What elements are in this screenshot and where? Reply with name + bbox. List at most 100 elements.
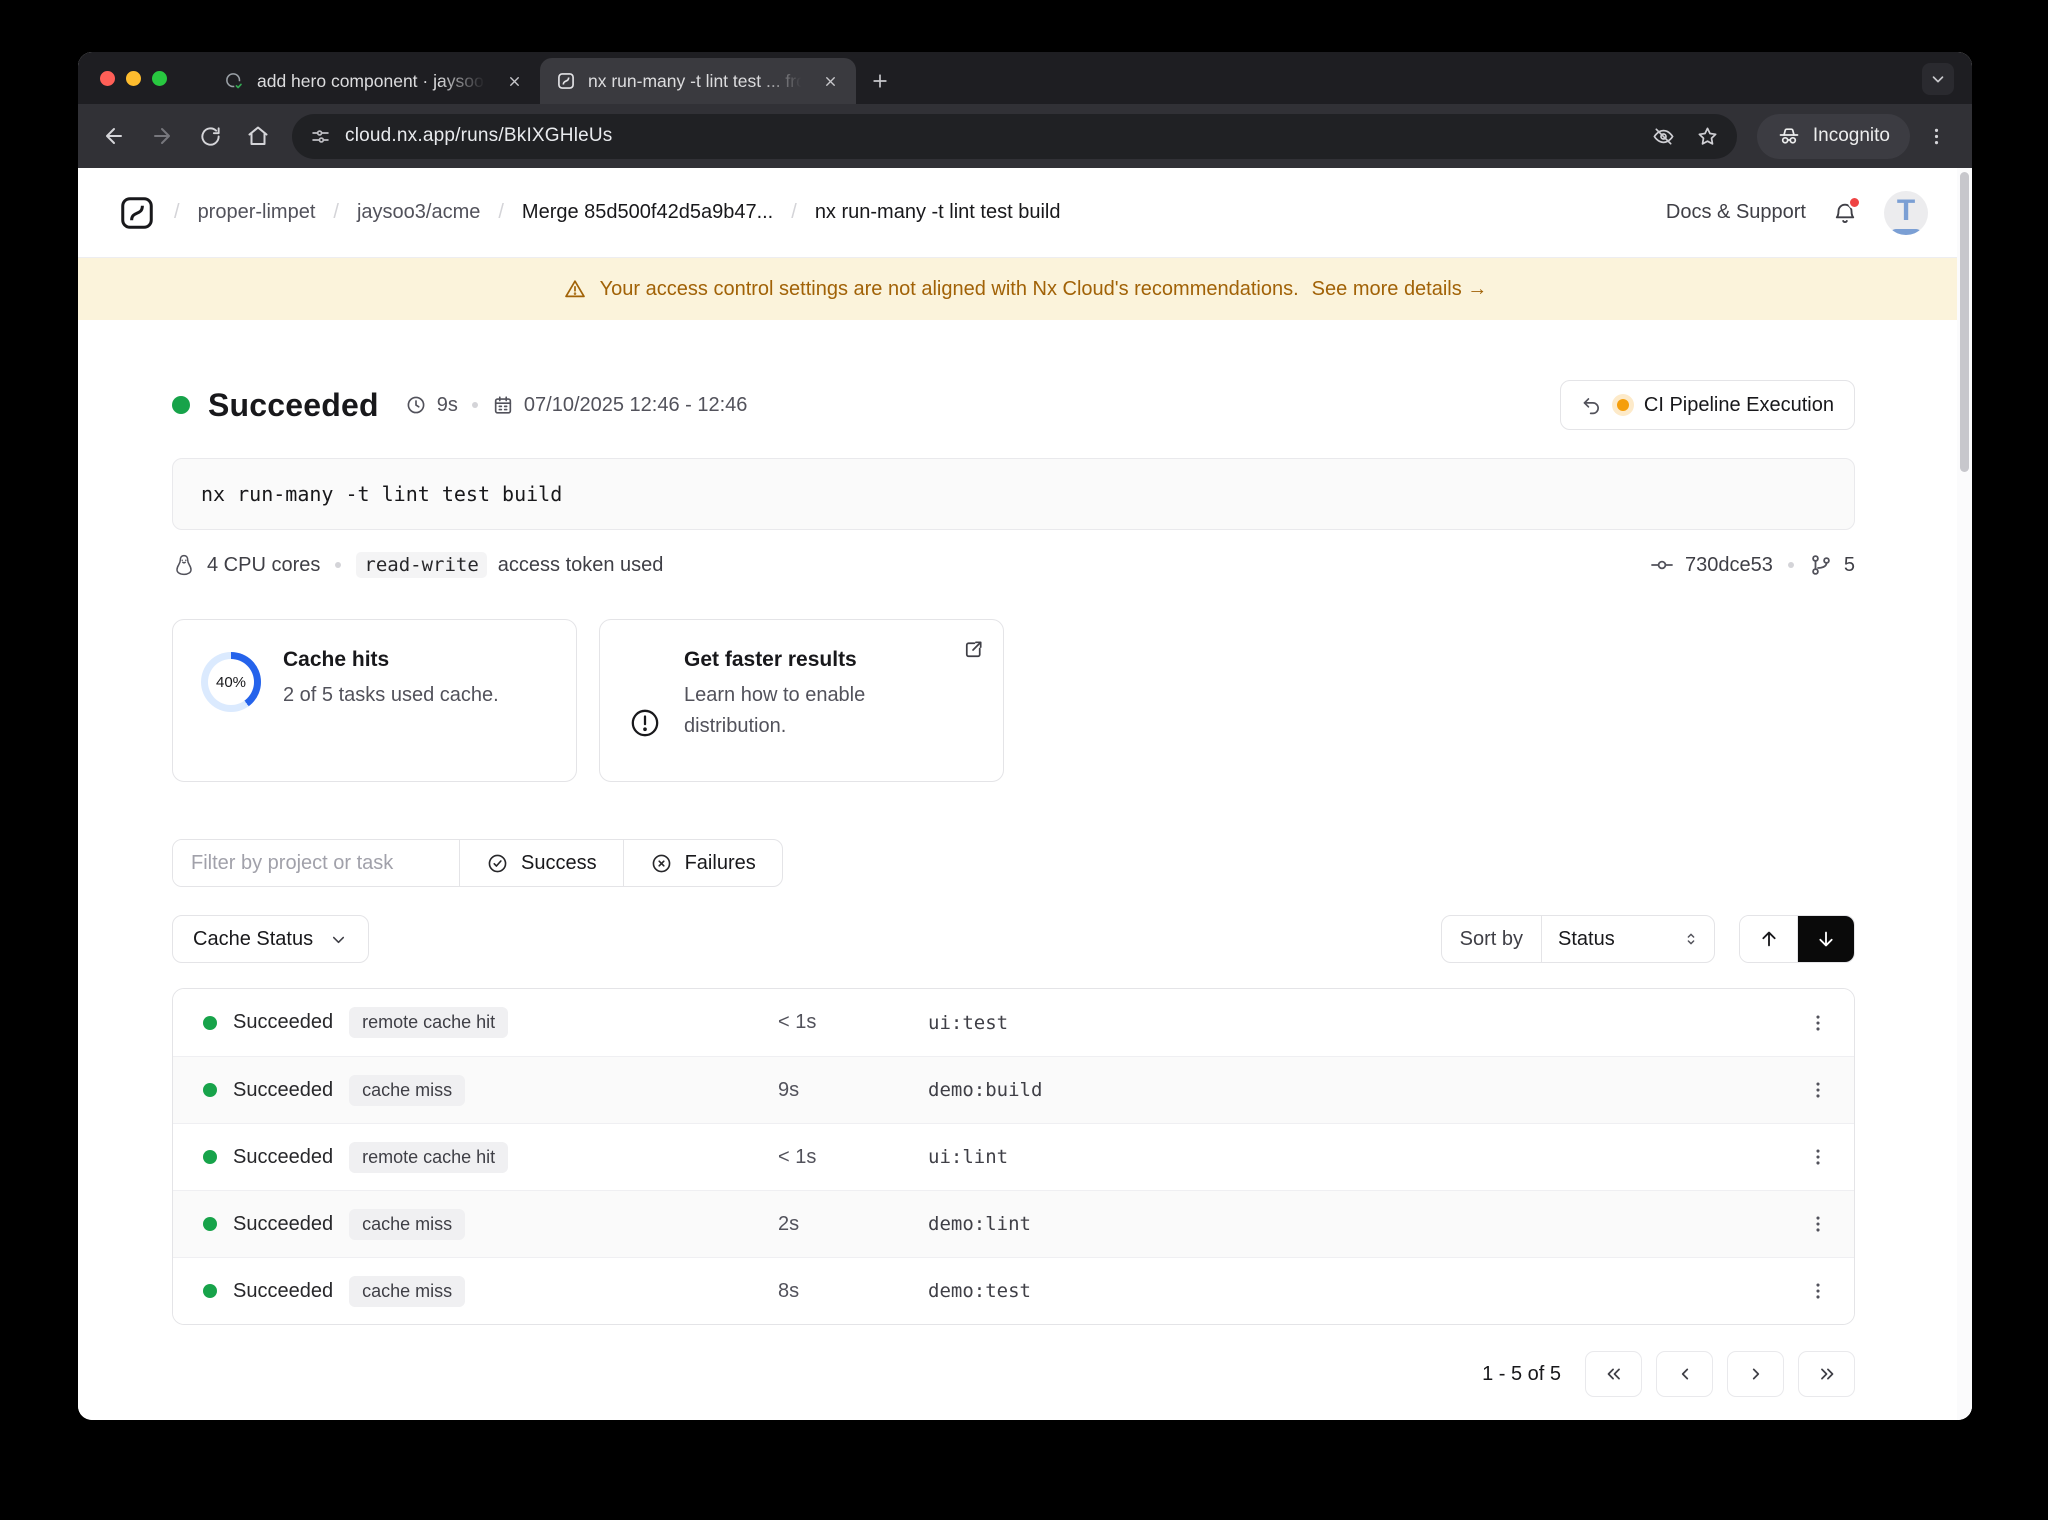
breadcrumb-separator: / — [498, 201, 504, 223]
cache-hit-percent: 40% — [215, 673, 247, 691]
distribution-title: Get faster results — [684, 648, 857, 671]
row-duration: 8s — [778, 1279, 800, 1302]
table-row[interactable]: Succeeded cache miss 8s demo:test — [173, 1257, 1854, 1324]
forward-button[interactable] — [140, 114, 184, 158]
avatar[interactable]: T — [1884, 190, 1928, 235]
task-table-body: Succeeded remote cache hit < 1s ui:test … — [172, 988, 1855, 1325]
breadcrumb: / proper-limpet / jaysoo3/acme / Merge 8… — [118, 194, 1060, 232]
distribution-subtitle: Learn how to enable distribution. — [684, 684, 866, 737]
summary-cards: 40% Cache hits 2 of 5 tasks used cache. … — [172, 619, 1855, 782]
distribution-card[interactable]: Get faster results Learn how to enable d… — [599, 619, 1004, 782]
row-menu-kebab-icon[interactable] — [1782, 1191, 1854, 1257]
commit-sha[interactable]: 730dce53 — [1685, 554, 1773, 577]
table-row[interactable]: Succeeded remote cache hit < 1s ui:test — [173, 989, 1854, 1056]
page-scrollbar[interactable] — [1957, 168, 1972, 1420]
task-filter-input[interactable] — [173, 840, 460, 886]
breadcrumb-repo[interactable]: jaysoo3/acme — [357, 201, 480, 224]
filter-success-button[interactable]: Success — [460, 840, 623, 886]
git-commit-icon — [1650, 553, 1674, 577]
row-success-dot — [203, 1150, 217, 1164]
tab-title: nx run-many -t lint test ... fro — [588, 70, 806, 91]
calendar-icon — [492, 394, 514, 416]
eye-off-icon[interactable] — [1645, 117, 1683, 155]
browser-menu-icon[interactable] — [1914, 114, 1958, 158]
incognito-label: Incognito — [1812, 125, 1890, 146]
access-token-text: access token used — [497, 553, 664, 576]
run-time-range: 07/10/2025 12:46 - 12:46 — [523, 393, 748, 416]
tab-title: add hero component · jaysoo — [257, 70, 484, 91]
table-row[interactable]: Succeeded cache miss 2s demo:lint — [173, 1190, 1854, 1257]
row-status-label: Succeeded — [233, 1145, 334, 1168]
row-cache-badge: remote cache hit — [349, 1141, 509, 1173]
address-bar[interactable]: cloud.nx.app/runs/BkIXGHleUs — [292, 113, 1737, 159]
notifications-bell-icon[interactable] — [1832, 195, 1861, 226]
cache-hits-subtitle: 2 of 5 tasks used cache. — [283, 684, 499, 706]
sort-field-select[interactable]: Status — [1542, 916, 1714, 962]
run-meta-row: 4 CPU cores read-write access token used… — [172, 552, 1855, 578]
close-window-button[interactable] — [100, 70, 115, 86]
banner-see-more-link[interactable]: See more details → — [1312, 278, 1488, 301]
next-page-button[interactable] — [1727, 1351, 1784, 1397]
first-page-button[interactable] — [1585, 1351, 1642, 1397]
table-row[interactable]: Succeeded remote cache hit < 1s ui:lint — [173, 1123, 1854, 1190]
sort-ascending-button[interactable] — [1740, 916, 1797, 962]
row-menu-kebab-icon[interactable] — [1782, 989, 1854, 1056]
reload-button[interactable] — [188, 114, 232, 158]
tab-close-icon[interactable] — [818, 69, 842, 93]
row-menu-kebab-icon[interactable] — [1782, 1124, 1854, 1190]
last-page-button[interactable] — [1798, 1351, 1855, 1397]
row-status-label: Succeeded — [233, 1011, 334, 1033]
tab-search-button[interactable] — [1922, 63, 1954, 95]
tab-nx-run[interactable]: nx run-many -t lint test ... fro — [540, 58, 856, 104]
separator-dot — [471, 402, 478, 408]
pipeline-status-dot — [1616, 399, 1629, 411]
breadcrumb-commit[interactable]: Merge 85d500f42d5a9b47... — [522, 201, 773, 224]
sort-by-label: Sort by — [1442, 916, 1542, 962]
minimize-window-button[interactable] — [126, 70, 141, 86]
docs-support-link[interactable]: Docs & Support — [1666, 201, 1806, 224]
info-icon — [628, 706, 662, 740]
cache-status-dropdown[interactable]: Cache Status — [172, 915, 370, 963]
scrollbar-thumb[interactable] — [1960, 172, 1969, 472]
new-tab-button[interactable] — [862, 63, 898, 99]
chevron-down-icon — [329, 930, 348, 949]
clock-icon — [405, 394, 427, 416]
tab-close-icon[interactable] — [502, 69, 526, 93]
site-settings-icon[interactable] — [310, 126, 331, 147]
row-menu-kebab-icon[interactable] — [1782, 1057, 1854, 1123]
cpu-cores-label: 4 CPU cores — [207, 553, 321, 576]
avatar-letter: T — [1896, 193, 1916, 227]
cache-status-label: Cache Status — [193, 927, 314, 950]
tab-add-hero-component[interactable]: add hero component · jaysoo — [208, 58, 540, 104]
row-duration: 2s — [778, 1212, 800, 1235]
git-branch-icon — [1809, 553, 1833, 577]
external-link-icon[interactable] — [962, 638, 985, 661]
cache-hit-donut: 40% — [201, 652, 261, 712]
nx-cloud-app: / proper-limpet / jaysoo3/acme / Merge 8… — [78, 168, 1972, 1420]
breadcrumb-run[interactable]: nx run-many -t lint test build — [815, 201, 1061, 224]
previous-page-button[interactable] — [1656, 1351, 1713, 1397]
branch-count[interactable]: 5 — [1844, 554, 1855, 577]
run-command-text: nx run-many -t lint test build — [201, 482, 563, 506]
notification-dot — [1848, 195, 1861, 209]
fullscreen-window-button[interactable] — [152, 70, 167, 86]
window-controls — [100, 52, 167, 104]
back-button[interactable] — [92, 114, 136, 158]
home-button[interactable] — [236, 114, 280, 158]
sort-direction-toggle — [1739, 915, 1855, 963]
row-cache-badge: remote cache hit — [349, 1007, 509, 1038]
row-menu-kebab-icon[interactable] — [1782, 1258, 1854, 1324]
filter-failures-button[interactable]: Failures — [622, 840, 782, 886]
nx-logo-icon[interactable] — [118, 194, 156, 232]
row-duration: < 1s — [778, 1011, 817, 1033]
browser-window: add hero component · jaysoo nx run-many … — [78, 52, 1972, 1420]
row-task: demo:test — [928, 1280, 1031, 1302]
bookmark-star-icon[interactable] — [1689, 117, 1727, 155]
cache-hits-title: Cache hits — [283, 648, 390, 671]
table-row[interactable]: Succeeded cache miss 9s demo:build — [173, 1056, 1854, 1123]
ci-pipeline-execution-button[interactable]: CI Pipeline Execution — [1559, 380, 1855, 430]
breadcrumb-workspace[interactable]: proper-limpet — [198, 201, 316, 224]
sort-descending-button[interactable] — [1797, 916, 1854, 962]
linux-penguin-icon — [172, 553, 196, 577]
cache-hits-card[interactable]: 40% Cache hits 2 of 5 tasks used cache. — [172, 619, 577, 782]
